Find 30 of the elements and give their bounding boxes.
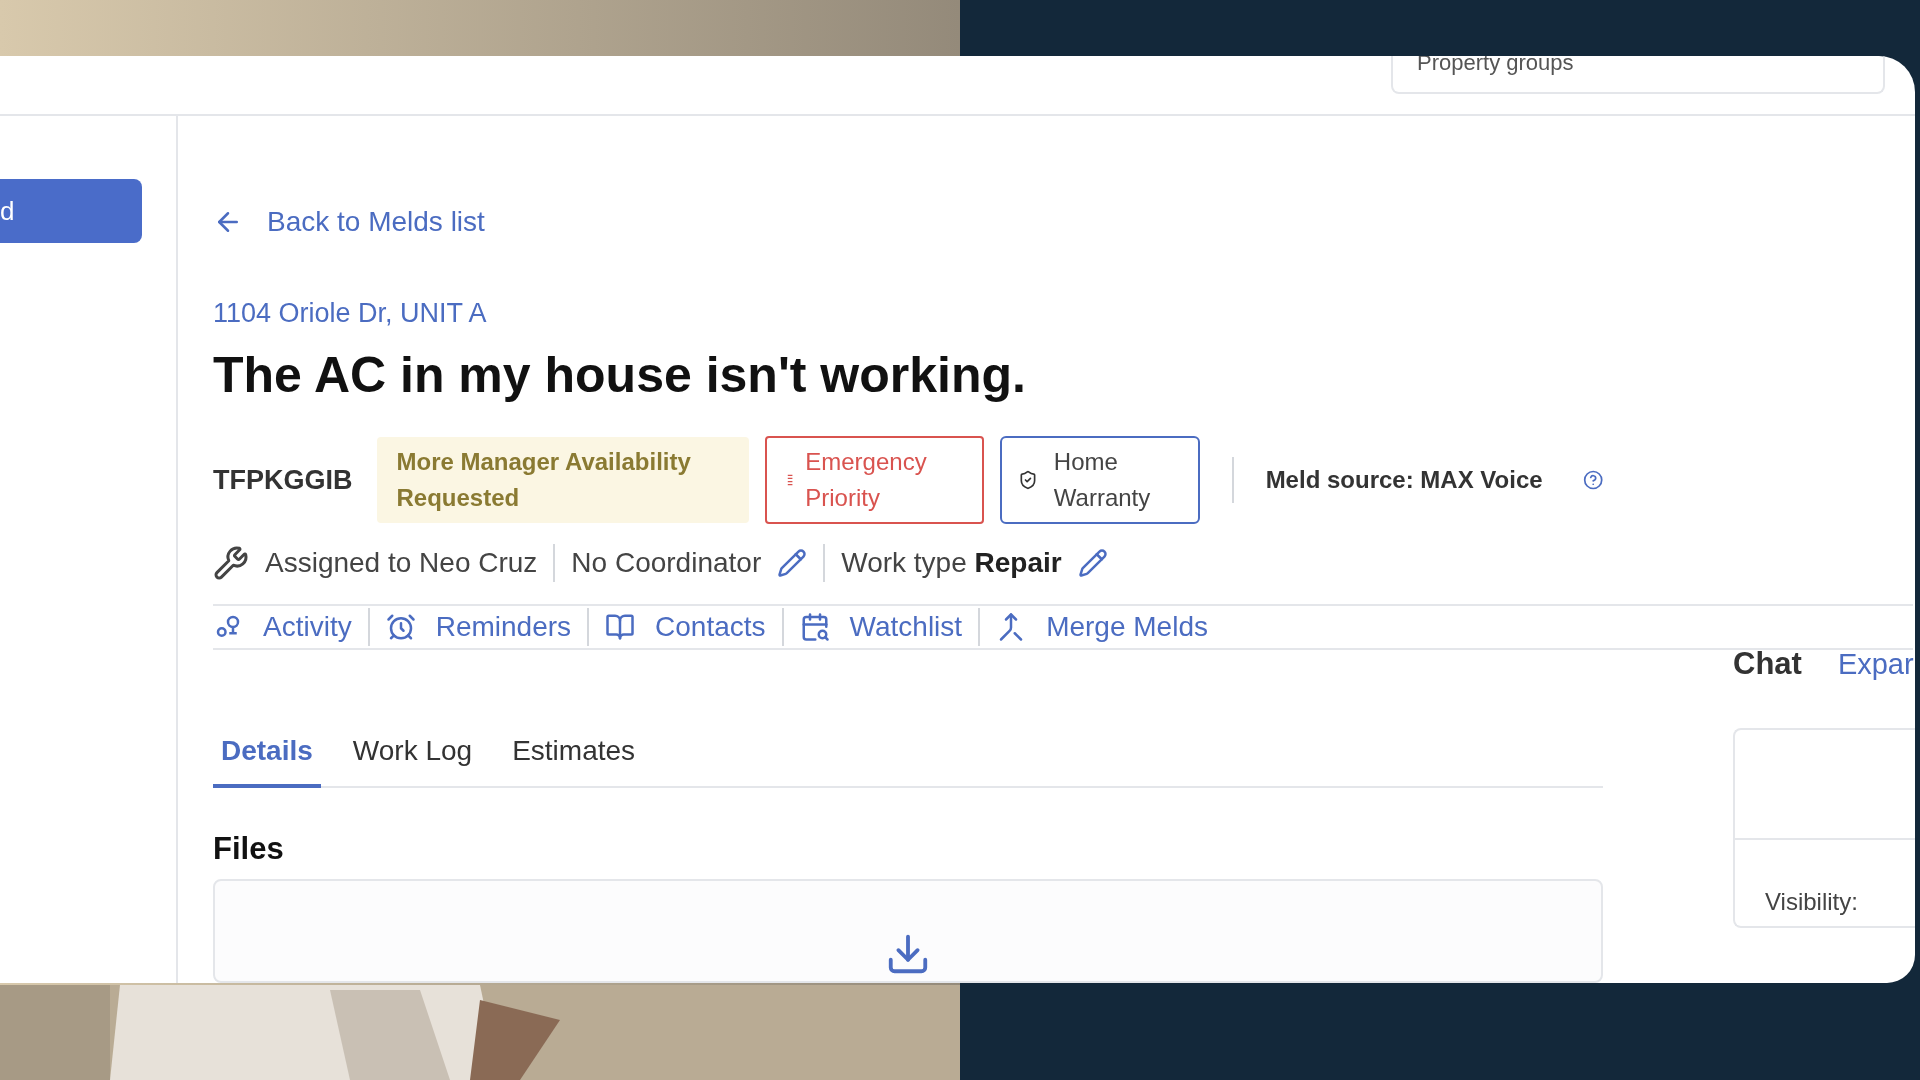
action-link[interactable]: Watchlist <box>799 606 963 648</box>
edit-icon[interactable] <box>1077 548 1108 578</box>
meld-source: Meld source: MAX Voice <box>1265 465 1543 495</box>
action-link[interactable]: Contacts <box>605 606 766 648</box>
priority-tag: Emergency Priority <box>765 436 984 524</box>
edit-icon[interactable] <box>777 548 808 578</box>
visibility-label: Visibility: <box>1765 886 1859 917</box>
tab[interactable]: Estimates <box>504 730 644 788</box>
warranty-tag: Home Warranty <box>999 436 1201 524</box>
alarm-clock-icon <box>385 612 416 642</box>
meld-id: TFPKGGIB <box>213 463 353 497</box>
book-icon <box>605 612 636 642</box>
files-heading: Files <box>213 830 285 868</box>
address-link[interactable]: 1104 Oriole Dr, UNIT A <box>213 293 487 334</box>
tab[interactable]: Work Log <box>344 730 481 788</box>
action-link[interactable]: Activity <box>213 606 352 648</box>
action-link[interactable]: Reminders <box>385 606 572 648</box>
priority-icon <box>787 472 794 488</box>
tab[interactable]: Details <box>213 730 321 788</box>
work-type-text: Work type Repair <box>841 546 1062 580</box>
sidebar-button[interactable]: d <box>0 179 142 243</box>
coordinator-text: No Coordinator <box>571 546 762 580</box>
wrench-icon <box>213 545 249 581</box>
assignee-text: Assigned to Neo Cruz <box>265 546 538 580</box>
back-link[interactable]: Back to Melds list <box>213 201 485 243</box>
action-link[interactable]: Merge Melds <box>996 606 1208 648</box>
chat-heading: Chat <box>1733 645 1802 683</box>
expand-link[interactable]: Expar <box>1837 643 1914 687</box>
status-tag: More Manager Availability Requested <box>376 437 750 523</box>
meld-title: The AC in my house isn't working. <box>213 345 1027 405</box>
